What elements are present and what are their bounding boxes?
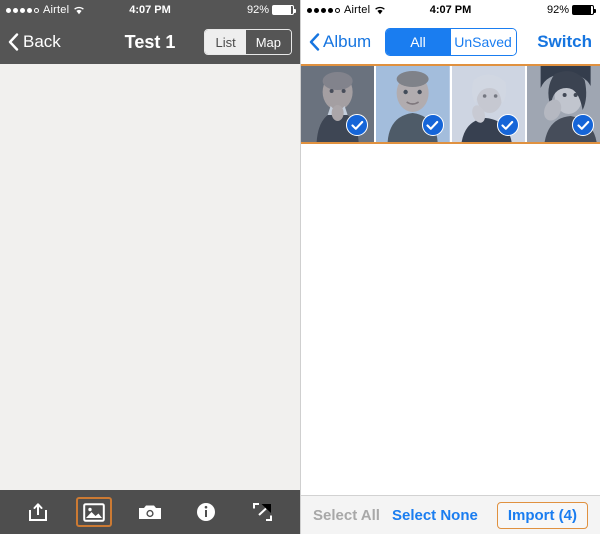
- right-nav-bar: Album All UnSaved Switch: [301, 20, 600, 64]
- carrier-label: Airtel: [344, 4, 371, 16]
- photo-thumbnail[interactable]: [526, 66, 600, 142]
- right-status-right: 92%: [546, 4, 596, 16]
- wifi-icon: [374, 5, 386, 15]
- import-button[interactable]: Import (4): [496, 501, 588, 529]
- checkmark-icon: [421, 114, 444, 136]
- share-icon[interactable]: [20, 497, 56, 527]
- camera-icon[interactable]: [132, 497, 168, 527]
- left-content-area: [0, 64, 300, 490]
- carrier-label: Airtel: [43, 4, 70, 16]
- album-back-button[interactable]: Album: [309, 32, 371, 52]
- left-status-right: 92%: [246, 4, 296, 16]
- right-status-bar: Airtel 4:07 PM 92%: [301, 0, 600, 20]
- expand-icon[interactable]: [244, 497, 280, 527]
- left-status-bar: Airtel 4:07 PM 92%: [0, 0, 300, 20]
- battery-icon: [572, 5, 596, 15]
- signal-strength-icon: [307, 7, 340, 13]
- right-content-area: [301, 144, 600, 495]
- photo-thumbnail-strip: [301, 64, 600, 144]
- checkmark-icon: [496, 114, 519, 136]
- switch-button[interactable]: Switch: [537, 32, 592, 52]
- battery-icon: [272, 5, 296, 15]
- segment-list[interactable]: List: [205, 30, 246, 54]
- segment-all[interactable]: All: [385, 29, 451, 55]
- right-screen: Airtel 4:07 PM 92% Album All UnSaved Swi…: [300, 0, 600, 534]
- photo-thumbnail[interactable]: [451, 66, 525, 142]
- wifi-icon: [73, 5, 85, 15]
- back-button[interactable]: Back: [8, 32, 61, 52]
- segment-unsaved[interactable]: UnSaved: [450, 29, 516, 55]
- select-none-button[interactable]: Select None: [392, 507, 478, 524]
- battery-percent-label: 92%: [246, 4, 269, 16]
- left-screen: Airtel 4:07 PM 92% Back Test 1 List Map: [0, 0, 300, 534]
- right-bottom-toolbar: Select All Select None Import (4): [301, 495, 600, 534]
- photo-icon[interactable]: [76, 497, 112, 527]
- select-all-button[interactable]: Select All: [313, 507, 380, 524]
- photo-thumbnail[interactable]: [301, 66, 375, 142]
- chevron-left-icon: [8, 33, 19, 51]
- segment-map[interactable]: Map: [245, 30, 291, 54]
- chevron-left-icon: [309, 33, 320, 51]
- dual-screen-container: Airtel 4:07 PM 92% Back Test 1 List Map …: [0, 0, 600, 534]
- signal-strength-icon: [6, 7, 39, 13]
- checkmark-icon: [572, 114, 594, 136]
- battery-percent-label: 92%: [546, 4, 569, 16]
- filter-segmented-control[interactable]: All UnSaved: [384, 28, 517, 56]
- left-nav-bar: Back Test 1 List Map: [0, 20, 300, 64]
- back-button-label: Back: [23, 32, 61, 51]
- left-bottom-toolbar: [0, 490, 300, 534]
- album-back-label: Album: [323, 32, 372, 51]
- view-mode-segmented-control[interactable]: List Map: [204, 29, 292, 55]
- photo-thumbnail[interactable]: [376, 66, 450, 142]
- left-status-left: Airtel: [6, 4, 85, 16]
- right-status-left: Airtel: [307, 4, 386, 16]
- info-icon[interactable]: [188, 497, 224, 527]
